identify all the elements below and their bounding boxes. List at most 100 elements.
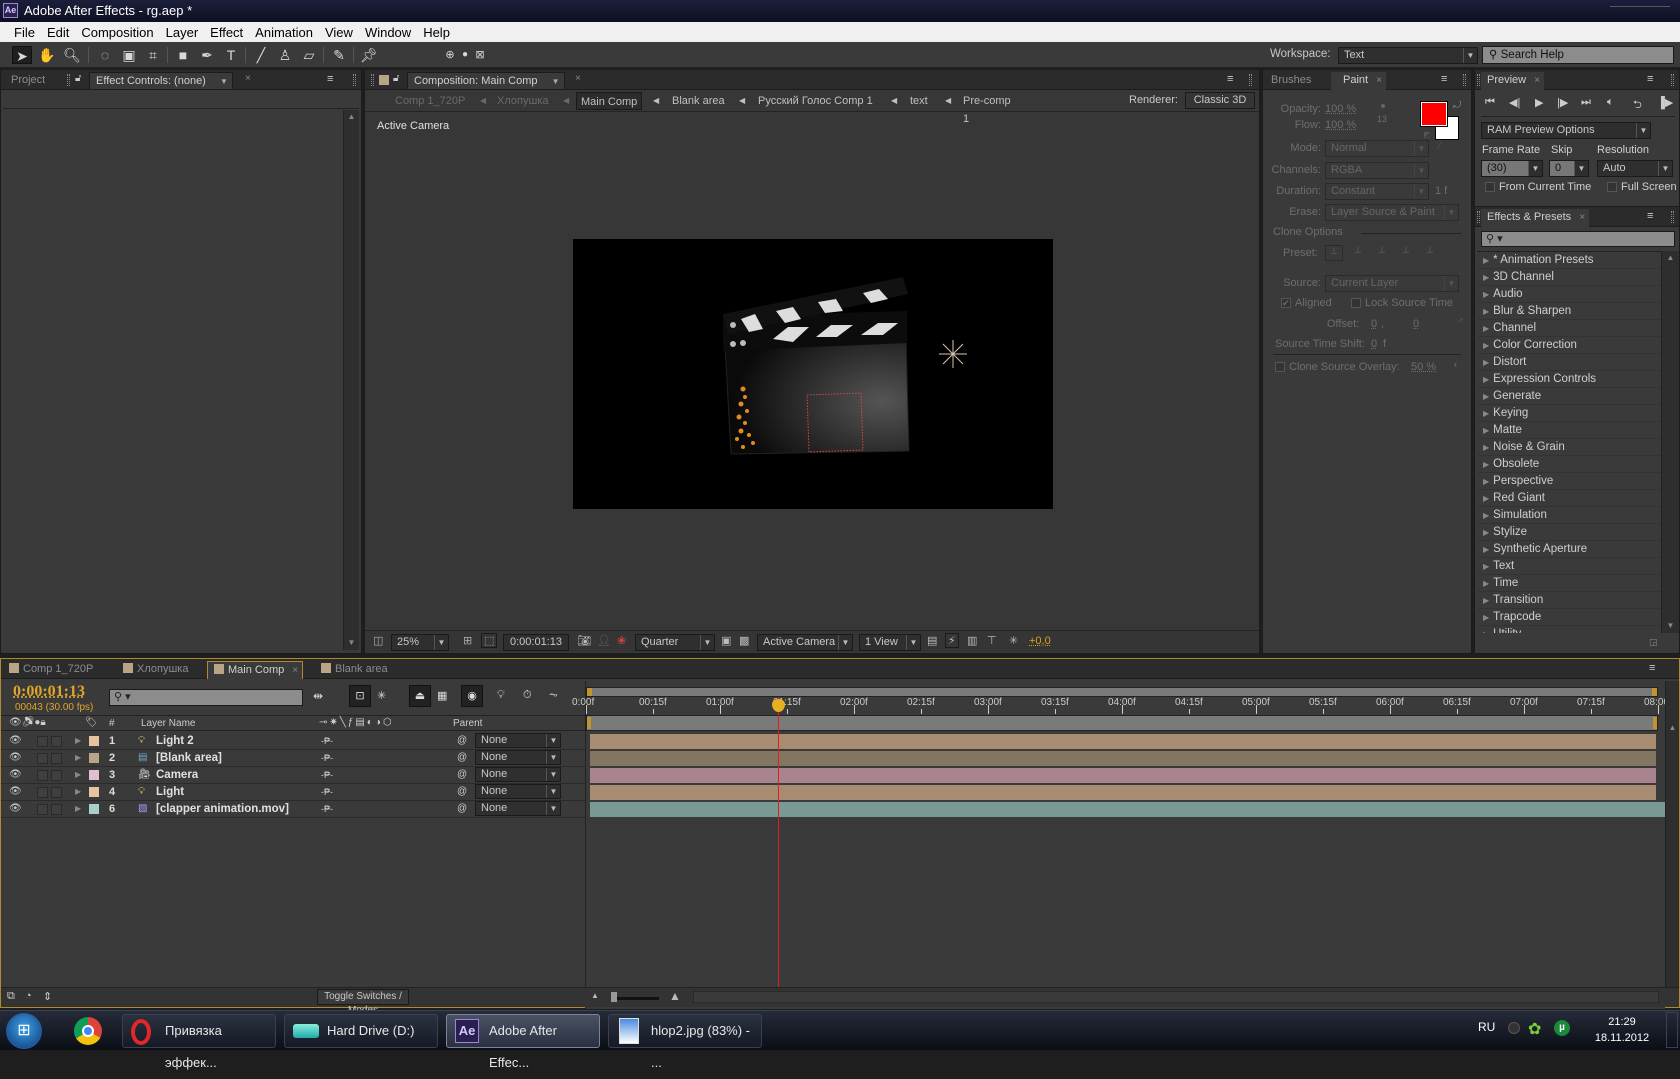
- menu-file[interactable]: File: [8, 25, 41, 40]
- clone-preset-1-icon[interactable]: ⊥: [1325, 245, 1343, 261]
- effects-category-item[interactable]: ▶ Text: [1477, 558, 1661, 575]
- brush-tip-icon[interactable]: [1381, 104, 1385, 108]
- effects-category-item[interactable]: ▶ Generate: [1477, 388, 1661, 405]
- tab-preview[interactable]: Preview ×: [1481, 72, 1545, 90]
- shy-switch-icon[interactable]: -₱-: [321, 767, 333, 783]
- effects-category-item[interactable]: ▶ Synthetic Aperture: [1477, 541, 1661, 558]
- expand-triangle-icon[interactable]: ▶: [1483, 528, 1489, 537]
- time-ruler[interactable]: 0:00f 00:15f 01:00f 01:15f 02:00f 02:15f 03:00…: [572, 697, 1672, 715]
- effects-category-item[interactable]: ▶ Channel: [1477, 320, 1661, 337]
- lock-switch[interactable]: [51, 787, 62, 798]
- taskbar-item-hard-drive[interactable]: Hard Drive (D:): [284, 1014, 438, 1048]
- exposure-value[interactable]: +0,0: [1029, 635, 1051, 647]
- lock-icon[interactable]: 🔓︎: [75, 73, 81, 84]
- previous-frame-icon[interactable]: ◀︎|: [1509, 96, 1520, 109]
- draft-3d-icon[interactable]: ✳: [377, 689, 386, 702]
- auto-keyframe-icon[interactable]: ⏱: [523, 689, 532, 702]
- transparency-grid-icon[interactable]: ▩: [739, 634, 749, 647]
- brush-tool-icon[interactable]: ╱: [251, 46, 271, 64]
- menu-layer[interactable]: Layer: [160, 25, 205, 40]
- timeline-zoom-slider[interactable]: [611, 992, 659, 1002]
- zoom-out-icon[interactable]: ▲: [591, 991, 599, 1000]
- magnification-select[interactable]: 25% ▼: [391, 634, 449, 651]
- visibility-eye-icon[interactable]: 👁︎: [9, 767, 22, 783]
- play-icon[interactable]: ▶︎: [1535, 96, 1543, 109]
- expand-triangle-icon[interactable]: ▶: [1483, 426, 1489, 435]
- expand-triangle-icon[interactable]: ▶: [1483, 562, 1489, 571]
- timeline-vertical-scrollbar[interactable]: ▲: [1665, 681, 1679, 989]
- close-icon[interactable]: ×: [1534, 72, 1540, 89]
- tray-icon[interactable]: [1508, 1022, 1520, 1034]
- show-snapshot-icon[interactable]: 👤︎: [597, 634, 611, 647]
- breadcrumb-comp1-720p[interactable]: Comp 1_720P: [395, 92, 465, 110]
- expand-triangle-icon[interactable]: ▶: [75, 767, 81, 783]
- visibility-eye-icon[interactable]: 👁︎: [9, 733, 22, 749]
- expand-triangle-icon[interactable]: ▶: [1483, 324, 1489, 333]
- fast-previews-icon[interactable]: ⚡︎: [945, 633, 959, 648]
- zoom-in-icon[interactable]: ▲: [669, 989, 681, 1003]
- pick-whip-icon[interactable]: @: [457, 801, 467, 817]
- first-frame-icon[interactable]: ⏮: [1485, 96, 1495, 109]
- ram-preview-icon[interactable]: ▐▶: [1657, 96, 1673, 109]
- pick-whip-icon[interactable]: @: [457, 767, 467, 783]
- zoom-tool-icon[interactable]: 🔍︎: [62, 46, 82, 64]
- shy-switch-icon[interactable]: -₱-: [321, 784, 333, 800]
- foreground-color-swatch[interactable]: [1420, 101, 1448, 127]
- layer-duration-bar[interactable]: [590, 768, 1656, 783]
- pen-tool-icon[interactable]: ✒: [197, 46, 217, 64]
- expand-triangle-icon[interactable]: ▶: [1483, 596, 1489, 605]
- eyedropper-icon[interactable]: ⁄: [1439, 140, 1441, 152]
- label-color-swatch[interactable]: [89, 736, 99, 746]
- show-desktop-button[interactable]: [1666, 1012, 1678, 1048]
- expand-triangle-icon[interactable]: ▶: [1483, 460, 1489, 469]
- channel-rgb-icon[interactable]: ❀: [617, 634, 626, 647]
- panel-menu-icon[interactable]: ≡: [1647, 73, 1653, 85]
- expand-triangle-icon[interactable]: ▶: [1483, 375, 1489, 384]
- navigator-end-handle[interactable]: [1652, 688, 1657, 696]
- next-frame-icon[interactable]: |▶︎: [1557, 96, 1568, 109]
- label-color-swatch[interactable]: [89, 787, 99, 797]
- duration-frames[interactable]: 1 f: [1435, 185, 1447, 197]
- effects-category-item[interactable]: ▶ Transition: [1477, 592, 1661, 609]
- language-indicator[interactable]: RU: [1478, 1020, 1495, 1034]
- layer-search-input[interactable]: ⚲ ▾: [109, 689, 303, 706]
- expand-triangle-icon[interactable]: ▶: [1483, 477, 1489, 486]
- difference-mode-icon[interactable]: ◐: [1453, 359, 1460, 371]
- lock-switch[interactable]: [51, 753, 62, 764]
- timeline-icon[interactable]: ▥: [967, 634, 977, 647]
- close-icon[interactable]: ×: [292, 662, 298, 679]
- vertical-scrollbar[interactable]: ▲ ▼: [343, 110, 359, 650]
- visibility-eye-icon[interactable]: 👁︎: [9, 801, 22, 817]
- layer-name[interactable]: Camera: [156, 767, 198, 783]
- solo-switch[interactable]: [37, 736, 48, 747]
- effects-category-item[interactable]: ▶ Distort: [1477, 354, 1661, 371]
- last-frame-icon[interactable]: ⏭: [1581, 96, 1591, 109]
- taskbar-item-paint[interactable]: hlop2.jpg (83%) - ...: [608, 1014, 762, 1070]
- from-current-time-checkbox[interactable]: From Current Time: [1485, 181, 1591, 193]
- workspace-select[interactable]: Text ▼: [1338, 47, 1478, 64]
- tab-project[interactable]: Project: [5, 72, 51, 90]
- tab-composition[interactable]: Composition: Main Comp ▼: [407, 72, 565, 90]
- mode-select[interactable]: Normal ▼: [1325, 140, 1429, 157]
- close-icon[interactable]: ×: [575, 73, 581, 84]
- flowchart-icon[interactable]: ⊤: [987, 634, 997, 647]
- graph-editor-icon[interactable]: ⏦: [549, 689, 558, 702]
- effects-category-item[interactable]: ▶ Keying: [1477, 405, 1661, 422]
- layer-row[interactable]: 👁︎ ▶ 6 ▧ [clapper animation.mov] -₱- @ None ▼: [1, 801, 585, 818]
- full-screen-checkbox[interactable]: Full Screen: [1607, 181, 1677, 193]
- clock-date[interactable]: 18.11.2012: [1592, 1032, 1652, 1044]
- tab-blank-area[interactable]: Blank area: [315, 661, 394, 679]
- expand-triangle-icon[interactable]: ▶: [75, 801, 81, 817]
- menu-view[interactable]: View: [319, 25, 359, 40]
- navigator-start-handle[interactable]: [587, 688, 592, 696]
- composition-viewer[interactable]: [573, 239, 1053, 509]
- visibility-eye-icon[interactable]: 👁︎: [9, 750, 22, 766]
- pick-whip-icon[interactable]: @: [457, 784, 467, 800]
- breadcrumb-russkiy-golos[interactable]: Русский Голос Comp 1: [758, 92, 873, 110]
- menu-edit[interactable]: Edit: [41, 25, 75, 40]
- view-layout-select[interactable]: 1 View ▼: [859, 634, 921, 651]
- mute-audio-icon[interactable]: 🔈︎: [1607, 96, 1614, 109]
- expand-triangle-icon[interactable]: ▶: [75, 784, 81, 800]
- tab-effect-controls[interactable]: Effect Controls: (none) ▼: [89, 72, 233, 90]
- menu-help[interactable]: Help: [417, 25, 456, 40]
